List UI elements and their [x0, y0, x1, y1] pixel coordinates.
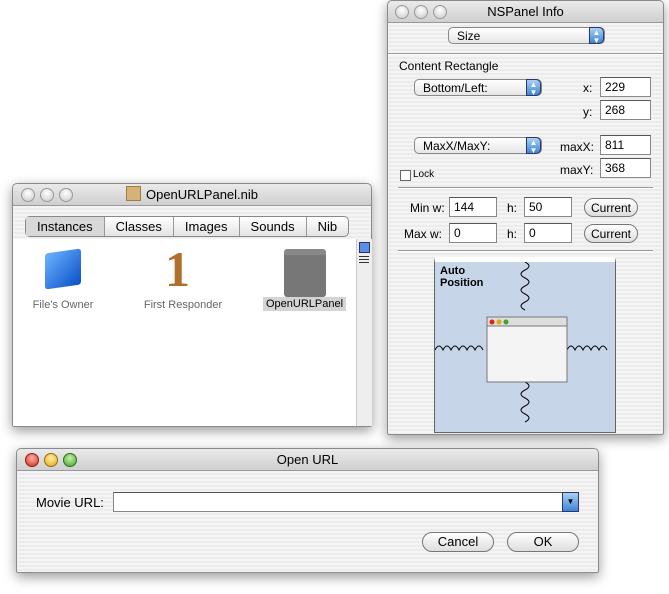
- list-view-icon[interactable]: [359, 256, 369, 265]
- close-button[interactable]: [25, 453, 39, 467]
- close-button[interactable]: [21, 188, 35, 202]
- popup-arrows-icon: ▲ ▼: [589, 27, 604, 45]
- divider: [398, 250, 653, 252]
- maxy-label: maxY:: [560, 163, 594, 177]
- nib-file-icon: [125, 186, 141, 201]
- spring-icons: [435, 262, 608, 423]
- tab-classes[interactable]: Classes: [105, 217, 174, 236]
- origin-popup[interactable]: Bottom/Left: ▲ ▼: [414, 79, 542, 97]
- item-label[interactable]: File's Owner: [13, 299, 113, 311]
- tab-bar: Instances Classes Images Sounds Nib: [25, 216, 350, 237]
- y-label: y:: [583, 105, 593, 119]
- window-title: NSPanel Info: [487, 4, 564, 19]
- maxx-label: maxX:: [560, 140, 595, 154]
- x-label: x:: [583, 81, 593, 95]
- current-max-button[interactable]: Current: [584, 224, 638, 243]
- title-bar[interactable]: Open URL: [17, 449, 598, 471]
- number-one-icon[interactable]: 1: [165, 244, 190, 294]
- window-title: Open URL: [276, 452, 339, 467]
- min-h-field[interactable]: 50: [524, 197, 572, 217]
- tab-images[interactable]: Images: [174, 217, 240, 236]
- icon-view-icon[interactable]: [359, 242, 370, 253]
- tab-sounds[interactable]: Sounds: [240, 217, 307, 236]
- popup-arrows-icon: ▲ ▼: [526, 79, 541, 97]
- section-popup[interactable]: Size ▲ ▼: [448, 27, 605, 45]
- current-min-button[interactable]: Current: [584, 198, 638, 217]
- zoom-button[interactable]: [63, 453, 77, 467]
- scrollbar[interactable]: [356, 239, 372, 426]
- nspanel-info-window: NSPanel Info Size ▲ ▼ Content Rectangle Bo…: [387, 0, 664, 435]
- x-field[interactable]: 229: [600, 77, 651, 97]
- close-button[interactable]: [395, 5, 409, 19]
- minimize-button[interactable]: [44, 453, 58, 467]
- min-h-label: h:: [507, 201, 518, 215]
- maxy-field[interactable]: 368: [600, 158, 651, 178]
- cancel-button[interactable]: Cancel: [422, 532, 494, 552]
- divider: [398, 187, 653, 189]
- popup-arrows-icon: ▲ ▼: [526, 137, 541, 155]
- ok-button[interactable]: OK: [507, 532, 579, 552]
- maxx-field[interactable]: 811: [600, 135, 651, 155]
- max-w-field[interactable]: 0: [449, 223, 497, 243]
- lock-checkbox[interactable]: [400, 170, 411, 181]
- open-url-window: Open URL Movie URL: ▼ Cancel OK: [16, 448, 599, 573]
- zoom-button[interactable]: [433, 5, 447, 19]
- movie-url-label: Movie URL:: [36, 495, 104, 510]
- content-rect-label: Content Rectangle: [399, 59, 499, 73]
- blue-cube-icon[interactable]: [45, 248, 81, 290]
- auto-position-diagram[interactable]: Auto Position: [434, 257, 616, 433]
- tab-instances[interactable]: Instances: [26, 217, 105, 236]
- max-h-field[interactable]: 0: [524, 223, 572, 243]
- combo-dropdown-button[interactable]: ▼: [562, 492, 579, 512]
- origin-popup-value: Bottom/Left:: [423, 81, 488, 95]
- minimize-button[interactable]: [40, 188, 54, 202]
- nib-window: OpenURLPanel.nib Instances Classes Images S…: [12, 183, 372, 427]
- max-w-label: Max w:: [404, 227, 443, 241]
- section-popup-value: Size: [457, 29, 481, 43]
- max-popup-value: MaxX/MaxY:: [423, 139, 491, 153]
- minimize-button[interactable]: [414, 5, 428, 19]
- y-field[interactable]: 268: [600, 100, 651, 120]
- max-popup[interactable]: MaxX/MaxY: ▲ ▼: [414, 137, 542, 155]
- zoom-button[interactable]: [59, 188, 73, 202]
- min-w-label: Min w:: [410, 201, 445, 215]
- movie-url-field[interactable]: [113, 492, 563, 512]
- min-w-field[interactable]: 144: [449, 197, 497, 217]
- lock-label: Lock: [413, 169, 435, 180]
- item-label-selected[interactable]: OpenURLPanel: [263, 297, 347, 311]
- window-title: OpenURLPanel.nib: [145, 187, 259, 202]
- item-label[interactable]: First Responder: [133, 299, 233, 311]
- tab-nib[interactable]: Nib: [307, 217, 349, 236]
- panel-window-icon[interactable]: [284, 249, 326, 297]
- title-bar[interactable]: NSPanel Info: [388, 1, 663, 23]
- max-h-label: h:: [507, 227, 518, 241]
- instances-view: File's Owner 1 First Responder OpenURLPa…: [13, 239, 356, 426]
- divider: [388, 53, 663, 55]
